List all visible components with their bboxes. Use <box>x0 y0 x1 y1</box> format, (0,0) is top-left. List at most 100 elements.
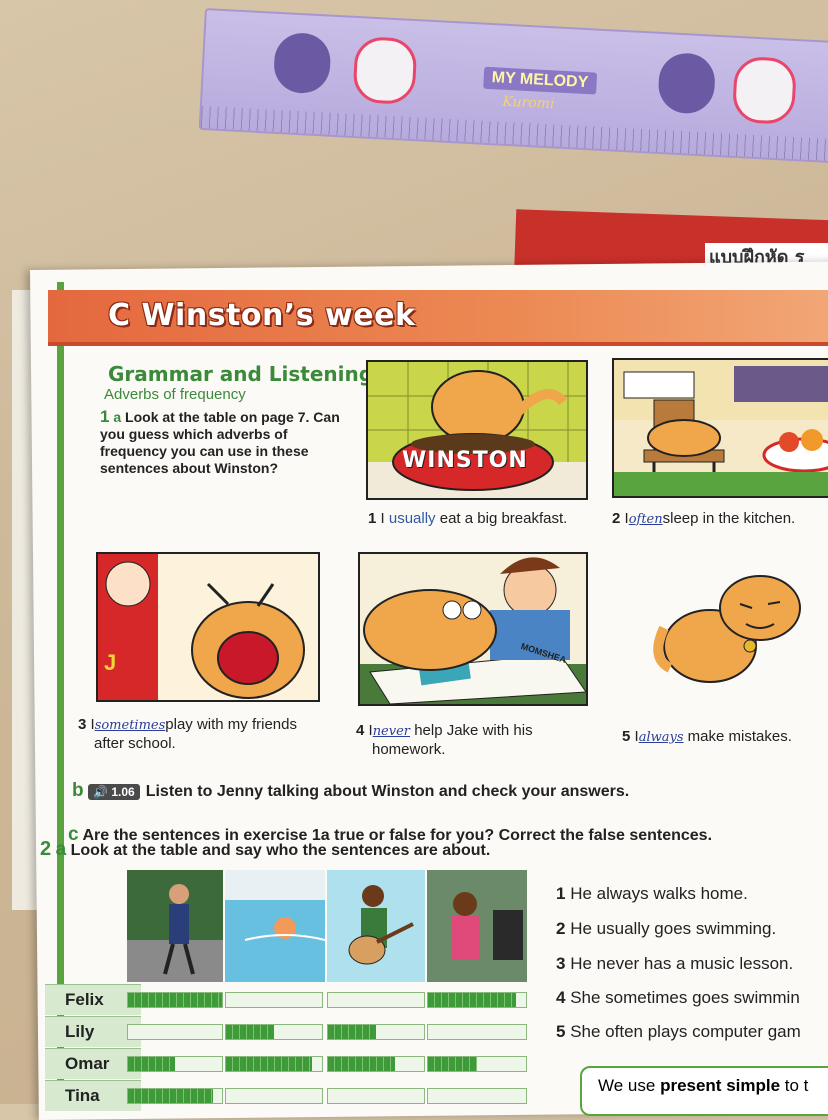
frequency-bar <box>327 992 425 1008</box>
bowl-label: WINSTON <box>402 448 528 473</box>
exercise-1a-text: Look at the table on page 7. Can you gue… <box>100 409 340 476</box>
caption-4: 4 Inever help Jake with his <box>356 722 533 739</box>
frequency-fill <box>428 993 517 1007</box>
sentence-number: 3 <box>556 954 566 973</box>
frequency-bar <box>225 1056 323 1072</box>
section-title: C Winston’s week <box>108 298 416 333</box>
audio-track-badge[interactable]: 🔊 1.06 <box>88 784 140 800</box>
frequency-fill <box>128 993 222 1007</box>
exercise-1a: 1 a Look at the table on page 7. Can you… <box>100 408 340 477</box>
my-melody-icon <box>352 35 418 106</box>
sentence-number: 4 <box>556 988 566 1007</box>
frequency-bar <box>327 1024 425 1040</box>
caption-number: 4 <box>356 722 365 739</box>
sentence-3: 3 He never has a music lesson. <box>556 954 793 974</box>
frequency-bar <box>127 1056 223 1072</box>
caption-rest: sleep in the kitchen. <box>662 510 796 527</box>
cat-smirking-illustration <box>653 575 801 683</box>
ruler: MY MELODY Kuromi <box>198 8 828 164</box>
girl-gaming-icon <box>427 870 527 982</box>
column-walking <box>127 870 223 982</box>
handwritten-answer: never <box>372 724 411 739</box>
activity-table: Felix Lily Omar Tina <box>45 868 535 1111</box>
speaker-icon: 🔊 <box>93 785 112 799</box>
caption-number: 1 <box>368 510 377 527</box>
caption-3: 3 Isometimesplay with my friends <box>78 716 297 733</box>
caption-number: 5 <box>622 728 631 745</box>
frequency-bar <box>427 1024 527 1040</box>
frequency-fill <box>128 1089 213 1103</box>
cat-playing-illustration <box>98 554 305 700</box>
sentence-4: 4 She sometimes goes swimmin <box>556 988 800 1008</box>
frequency-bar <box>327 1088 425 1104</box>
frequency-fill <box>328 1025 376 1039</box>
frequency-fill <box>128 1057 175 1071</box>
shirt-letter: J <box>104 650 117 675</box>
cat-sleeping-illustration <box>614 360 828 496</box>
caption-rest: eat a big breakfast. <box>439 510 568 527</box>
handwritten-answer: sometimes <box>94 718 166 733</box>
sentence-text: He never has a music lesson. <box>570 954 794 973</box>
ruler-brand-script: Kuromi <box>502 93 555 113</box>
caption-rest: play with my friends <box>165 716 297 733</box>
caption-subject: I <box>380 510 385 527</box>
grammar-note: We use present simple to t <box>580 1066 828 1116</box>
frequency-bar <box>427 1088 527 1104</box>
exercise-number: 2 <box>40 838 52 860</box>
frequency-bar <box>225 992 323 1008</box>
exercise-2a: 2 a Look at the table and say who the se… <box>40 838 490 861</box>
exercise-letter: b <box>72 780 84 801</box>
frequency-bar <box>427 1056 527 1072</box>
girl-swimming-icon <box>225 870 326 941</box>
frequency-bar <box>327 1056 425 1072</box>
caption-4-line2: homework. <box>372 741 446 758</box>
caption-rest: make mistakes. <box>687 728 792 745</box>
kuromi-icon <box>657 51 717 115</box>
ruler-brand: MY MELODY <box>483 66 597 95</box>
exercise-2a-text: Look at the table and say who the senten… <box>70 842 491 859</box>
frequency-fill <box>226 1025 274 1039</box>
frequency-bar <box>127 1088 223 1104</box>
exercise-1b: b 🔊 1.06 Listen to Jenny talking about Wi… <box>72 780 629 802</box>
column-computer-games <box>427 870 527 982</box>
note-bold: present simple <box>660 1076 781 1095</box>
caption-adverb: usually <box>388 510 436 527</box>
exercise-letter: a <box>113 409 122 425</box>
frequency-bar <box>127 992 223 1008</box>
note-text-end: to t <box>780 1076 809 1095</box>
caption-1: 1 I usually eat a big breakfast. <box>368 510 567 527</box>
sentence-2: 2 He usually goes swimming. <box>556 919 776 939</box>
exercise-letter: a <box>55 839 67 860</box>
sentence-number: 1 <box>556 884 566 903</box>
frequency-fill <box>226 1057 313 1071</box>
girl-guitar-icon <box>348 885 414 965</box>
caption-5: 5 Ialways make mistakes. <box>622 728 792 745</box>
frequency-bar <box>225 1088 323 1104</box>
cat-eating-illustration <box>368 362 586 498</box>
exercise-1b-text: Listen to Jenny talking about Winston an… <box>145 783 630 800</box>
handwritten-answer: often <box>628 512 663 527</box>
picture-5-mistakes <box>640 568 820 688</box>
frequency-bar <box>427 992 527 1008</box>
caption-rest: help Jake with his <box>414 722 533 739</box>
handwritten-answer: always <box>638 730 684 745</box>
sentence-text: She often plays computer gam <box>570 1022 801 1041</box>
exercise-number: 1 <box>100 407 110 426</box>
grammar-subheading: Adverbs of frequency <box>104 386 246 403</box>
frequency-bar <box>127 1024 223 1040</box>
sentence-text: He always walks home. <box>570 884 748 903</box>
sentence-text: He usually goes swimming. <box>570 919 777 938</box>
column-guitar <box>327 870 425 982</box>
note-text: We use <box>598 1076 661 1095</box>
caption-2: 2 Ioftensleep in the kitchen. <box>612 510 795 527</box>
caption-3-line2: after school. <box>94 735 176 752</box>
cat-homework-illustration <box>360 557 586 704</box>
frequency-bar <box>225 1024 323 1040</box>
frequency-fill <box>328 1057 396 1071</box>
kuromi-icon <box>272 31 332 95</box>
my-melody-icon <box>731 55 798 125</box>
grammar-heading: Grammar and Listening <box>108 362 374 386</box>
ruler-ticks <box>200 105 828 162</box>
caption-number: 3 <box>78 716 87 733</box>
sentence-5: 5 She often plays computer gam <box>556 1022 801 1042</box>
